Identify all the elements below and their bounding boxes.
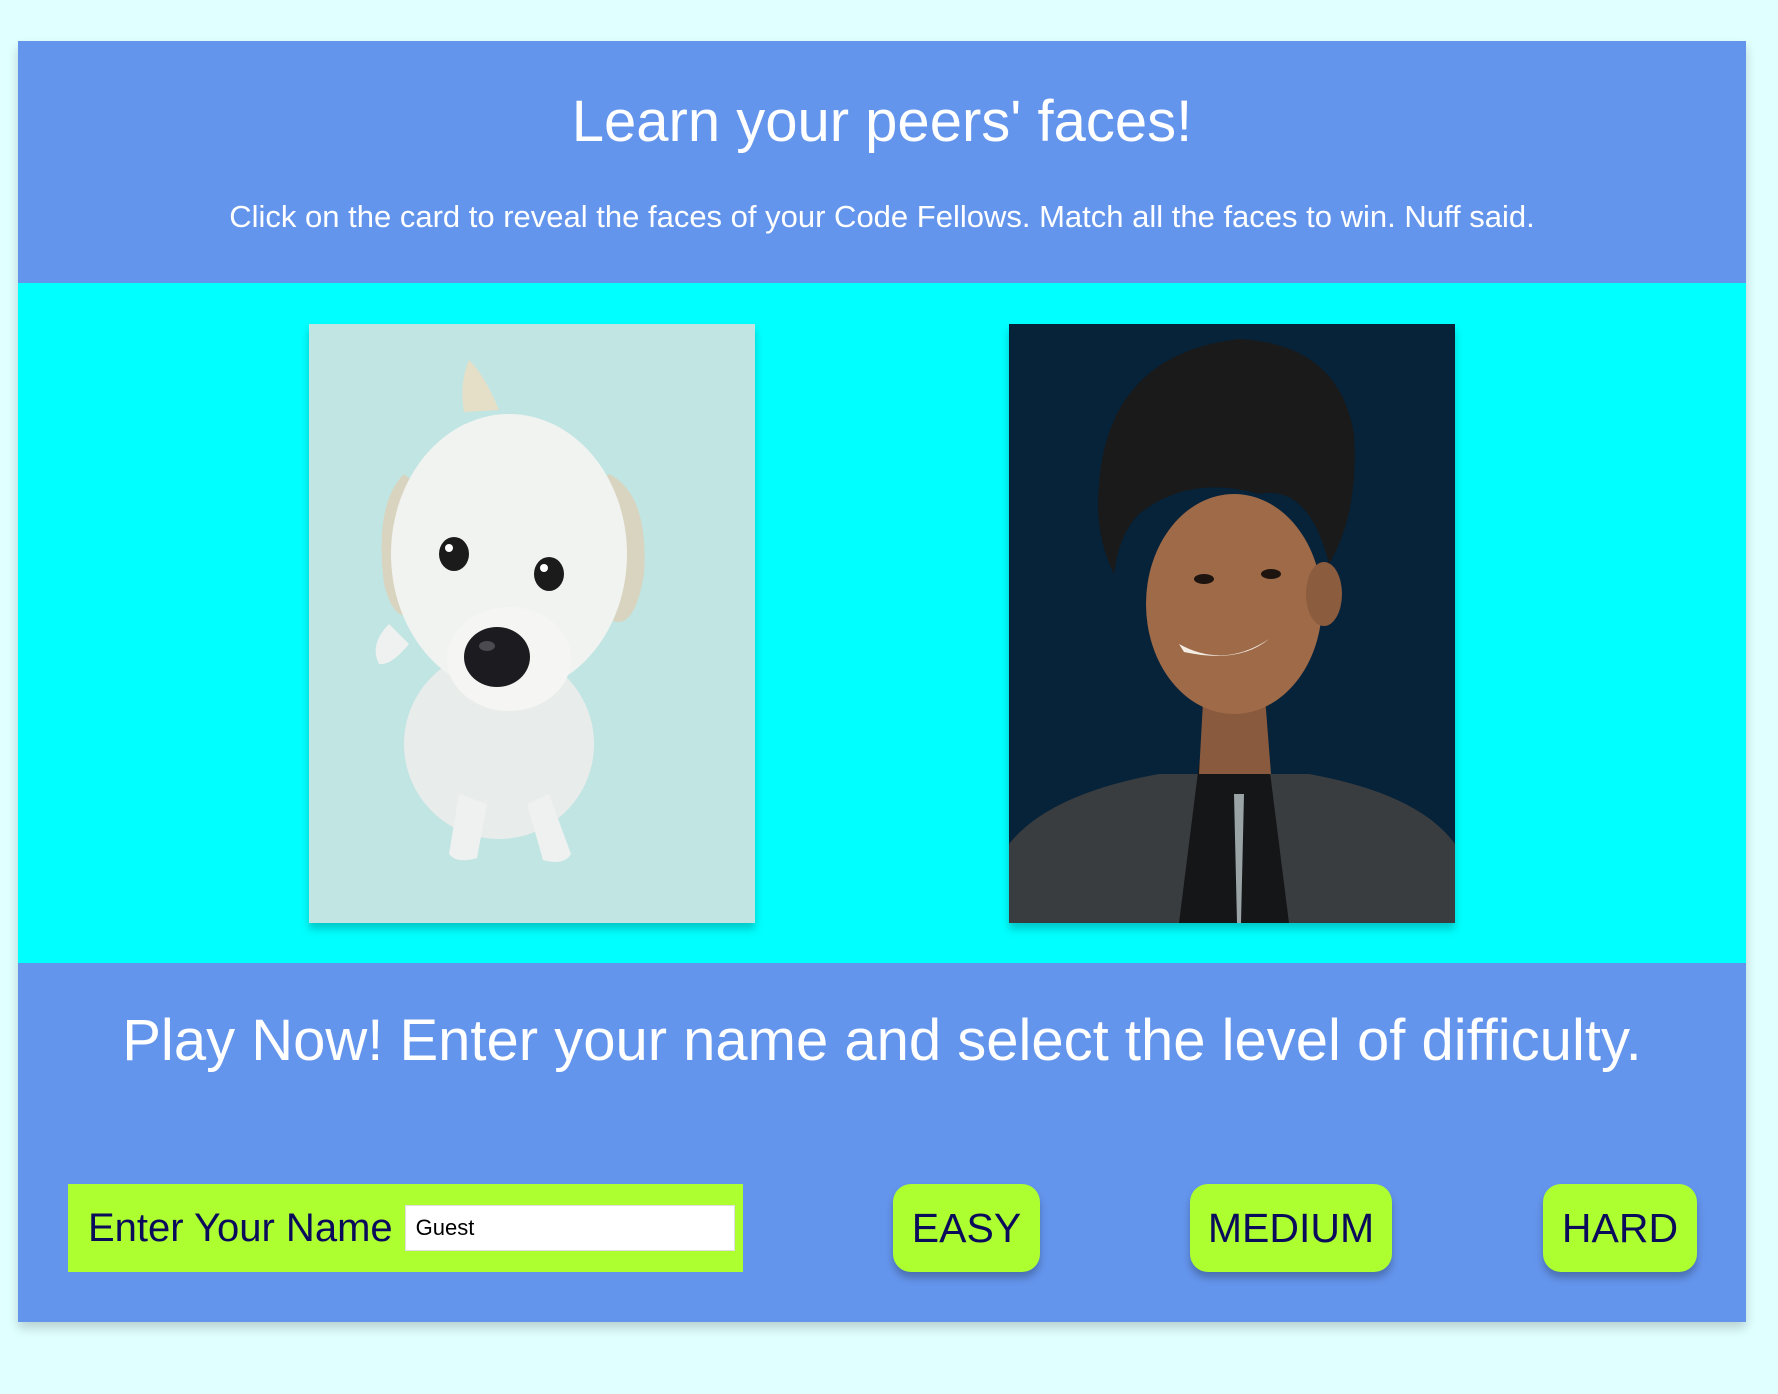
dog-image (375, 360, 645, 862)
face-card-person[interactable] (1009, 324, 1455, 923)
name-input[interactable] (404, 1205, 735, 1251)
easy-button[interactable]: EASY (893, 1184, 1040, 1272)
header: Learn your peers' faces! Click on the ca… (18, 41, 1746, 283)
name-label: Enter Your Name (88, 1205, 393, 1250)
person-image (1009, 324, 1455, 923)
hard-button[interactable]: HARD (1543, 1184, 1697, 1272)
card-board (18, 283, 1746, 963)
face-card-dog[interactable] (309, 324, 755, 923)
game-container: Learn your peers' faces! Click on the ca… (18, 41, 1746, 1322)
play-heading: Play Now! Enter your name and select the… (122, 1008, 1642, 1073)
play-section: Play Now! Enter your name and select the… (18, 963, 1746, 1322)
name-entry-box: Enter Your Name (68, 1184, 743, 1272)
instructions-text: Click on the card to reveal the faces of… (229, 199, 1535, 234)
page-title: Learn your peers' faces! (571, 89, 1193, 154)
medium-button[interactable]: MEDIUM (1190, 1184, 1392, 1272)
